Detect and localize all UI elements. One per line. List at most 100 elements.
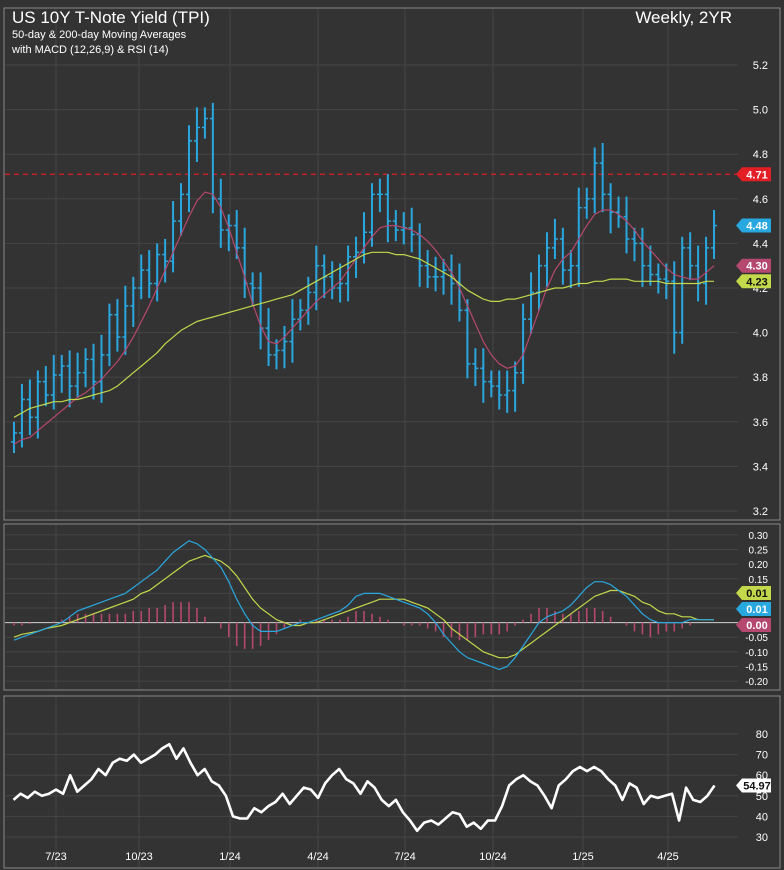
price-bar — [201, 107, 208, 139]
x-tick-label: 1/25 — [572, 851, 593, 863]
macd-marker: 0.00 — [736, 618, 771, 632]
panel-frames — [3, 7, 781, 869]
price-bar — [599, 143, 606, 213]
price-bar — [639, 227, 646, 287]
x-tick-label: 4/24 — [307, 851, 328, 863]
panel-frame-macd — [3, 523, 781, 691]
price-bar — [575, 187, 582, 287]
price-bar — [591, 147, 598, 214]
x-tick-label: 7/23 — [45, 851, 66, 863]
timeframe-label: Weekly, 2YR — [635, 8, 732, 27]
chart-subtitle-2: with MACD (12,26,9) & RSI (14) — [12, 44, 169, 56]
rsi-line — [12, 742, 716, 833]
chart-title: US 10Y T-Note Yield (TPI) — [12, 8, 210, 27]
price-bar — [496, 370, 503, 410]
price-bar — [178, 183, 185, 236]
price-marker: 4.23 — [736, 274, 771, 289]
price-bar — [10, 421, 17, 454]
price-y-tick-label: 4.0 — [753, 328, 768, 340]
macd-y-tick-label: -0.15 — [745, 662, 768, 673]
price-bar — [130, 276, 137, 328]
price-bar — [297, 299, 304, 331]
chart-stage: 7/23 10/23 1/24 4/24 7/24 10/24 1/25 4/25 5.2 5.0… — [3, 7, 781, 869]
price-y-tick-label: 5.0 — [753, 105, 768, 117]
x-tick-label: 7/24 — [394, 851, 415, 863]
price-bar — [384, 174, 391, 243]
macd-y-tick-label: 0.30 — [749, 531, 769, 542]
macd-marker-text: 0.01 — [746, 588, 767, 600]
price-bar — [583, 187, 590, 219]
price-bar — [528, 272, 535, 334]
price-bar — [687, 232, 694, 281]
price-bar — [106, 303, 113, 367]
price-y-tick-label: 5.2 — [753, 60, 768, 72]
rsi-marker: 54.97 — [736, 778, 771, 793]
price-bar — [66, 350, 73, 408]
price-y-tick-label: 4.8 — [753, 149, 768, 161]
price-y-tick-label: 3.6 — [753, 417, 768, 429]
price-bar — [615, 196, 622, 228]
price-bar — [551, 218, 558, 260]
price-bar — [512, 361, 519, 412]
price-y-tick-label: 4.4 — [753, 238, 768, 250]
x-tick-label: 4/25 — [657, 851, 678, 863]
price-bar — [623, 196, 630, 254]
price-bar — [448, 254, 455, 305]
macd-marker-text: 0.01 — [746, 604, 767, 616]
macd-y-tick-label: -0.20 — [745, 677, 768, 688]
price-y-tick-label: 3.2 — [753, 506, 768, 518]
ma-slow-line — [13, 251, 714, 418]
price-bar — [241, 227, 248, 299]
rsi-y-tick-label: 70 — [756, 750, 768, 762]
panel-frame-rsi — [3, 695, 781, 869]
price-bar — [42, 366, 49, 407]
price-bar — [329, 261, 336, 300]
rsi-y-tick-label: 50 — [756, 791, 768, 803]
price-bar — [655, 263, 662, 294]
price-bar — [607, 183, 614, 234]
axes: 7/23 10/23 1/24 4/24 7/24 10/24 1/25 4/25 5.2 5.0… — [45, 60, 771, 863]
rsi-y-tick-label: 30 — [756, 832, 768, 844]
price-bar — [58, 354, 65, 393]
price-bar — [679, 236, 686, 344]
price-bar — [559, 227, 566, 285]
price-marker: 4.48 — [736, 218, 771, 233]
macd-marker: 0.01 — [736, 602, 771, 616]
grid — [5, 9, 738, 867]
price-marker: 4.30 — [736, 258, 771, 273]
price-bar — [114, 299, 121, 352]
macd-y-tick-label: 0.15 — [749, 575, 769, 586]
price-bar — [711, 209, 718, 260]
price-bar — [122, 285, 129, 355]
price-bar — [520, 303, 527, 384]
price-bar — [376, 178, 383, 213]
macd-y-tick-label: 0.25 — [749, 546, 769, 557]
price-bar — [432, 256, 439, 292]
rsi-y-tick-label: 40 — [756, 811, 768, 823]
rsi-marker-text: 54.97 — [743, 781, 771, 793]
price-bar — [567, 250, 574, 288]
x-tick-label: 10/24 — [479, 851, 507, 863]
price-bar — [536, 254, 543, 311]
macd-signal-line — [13, 554, 714, 659]
price-marker-text: 4.30 — [746, 261, 767, 273]
price-y-tick-label: 3.4 — [753, 461, 768, 473]
price-marker-text: 4.71 — [746, 169, 767, 181]
macd-y-tick-label: 0.20 — [749, 560, 769, 571]
macd-marker-text: 0.00 — [746, 620, 767, 632]
price-bar — [249, 272, 256, 306]
macd-marker: 0.01 — [736, 586, 771, 600]
price-bar — [257, 272, 264, 350]
price-bar — [543, 232, 550, 287]
x-tick-label: 10/23 — [125, 851, 153, 863]
price-bar — [146, 250, 153, 299]
price-bar — [90, 343, 97, 400]
price-marker-text: 4.23 — [746, 276, 767, 288]
price-bar — [480, 348, 487, 403]
price-marker-text: 4.48 — [746, 221, 767, 233]
price-y-tick-label: 3.8 — [753, 372, 768, 384]
price-bar — [695, 245, 702, 302]
macd-y-tick-label: -0.05 — [745, 633, 768, 644]
macd-y-tick-label: -0.10 — [745, 648, 768, 659]
price-bar — [472, 348, 479, 387]
